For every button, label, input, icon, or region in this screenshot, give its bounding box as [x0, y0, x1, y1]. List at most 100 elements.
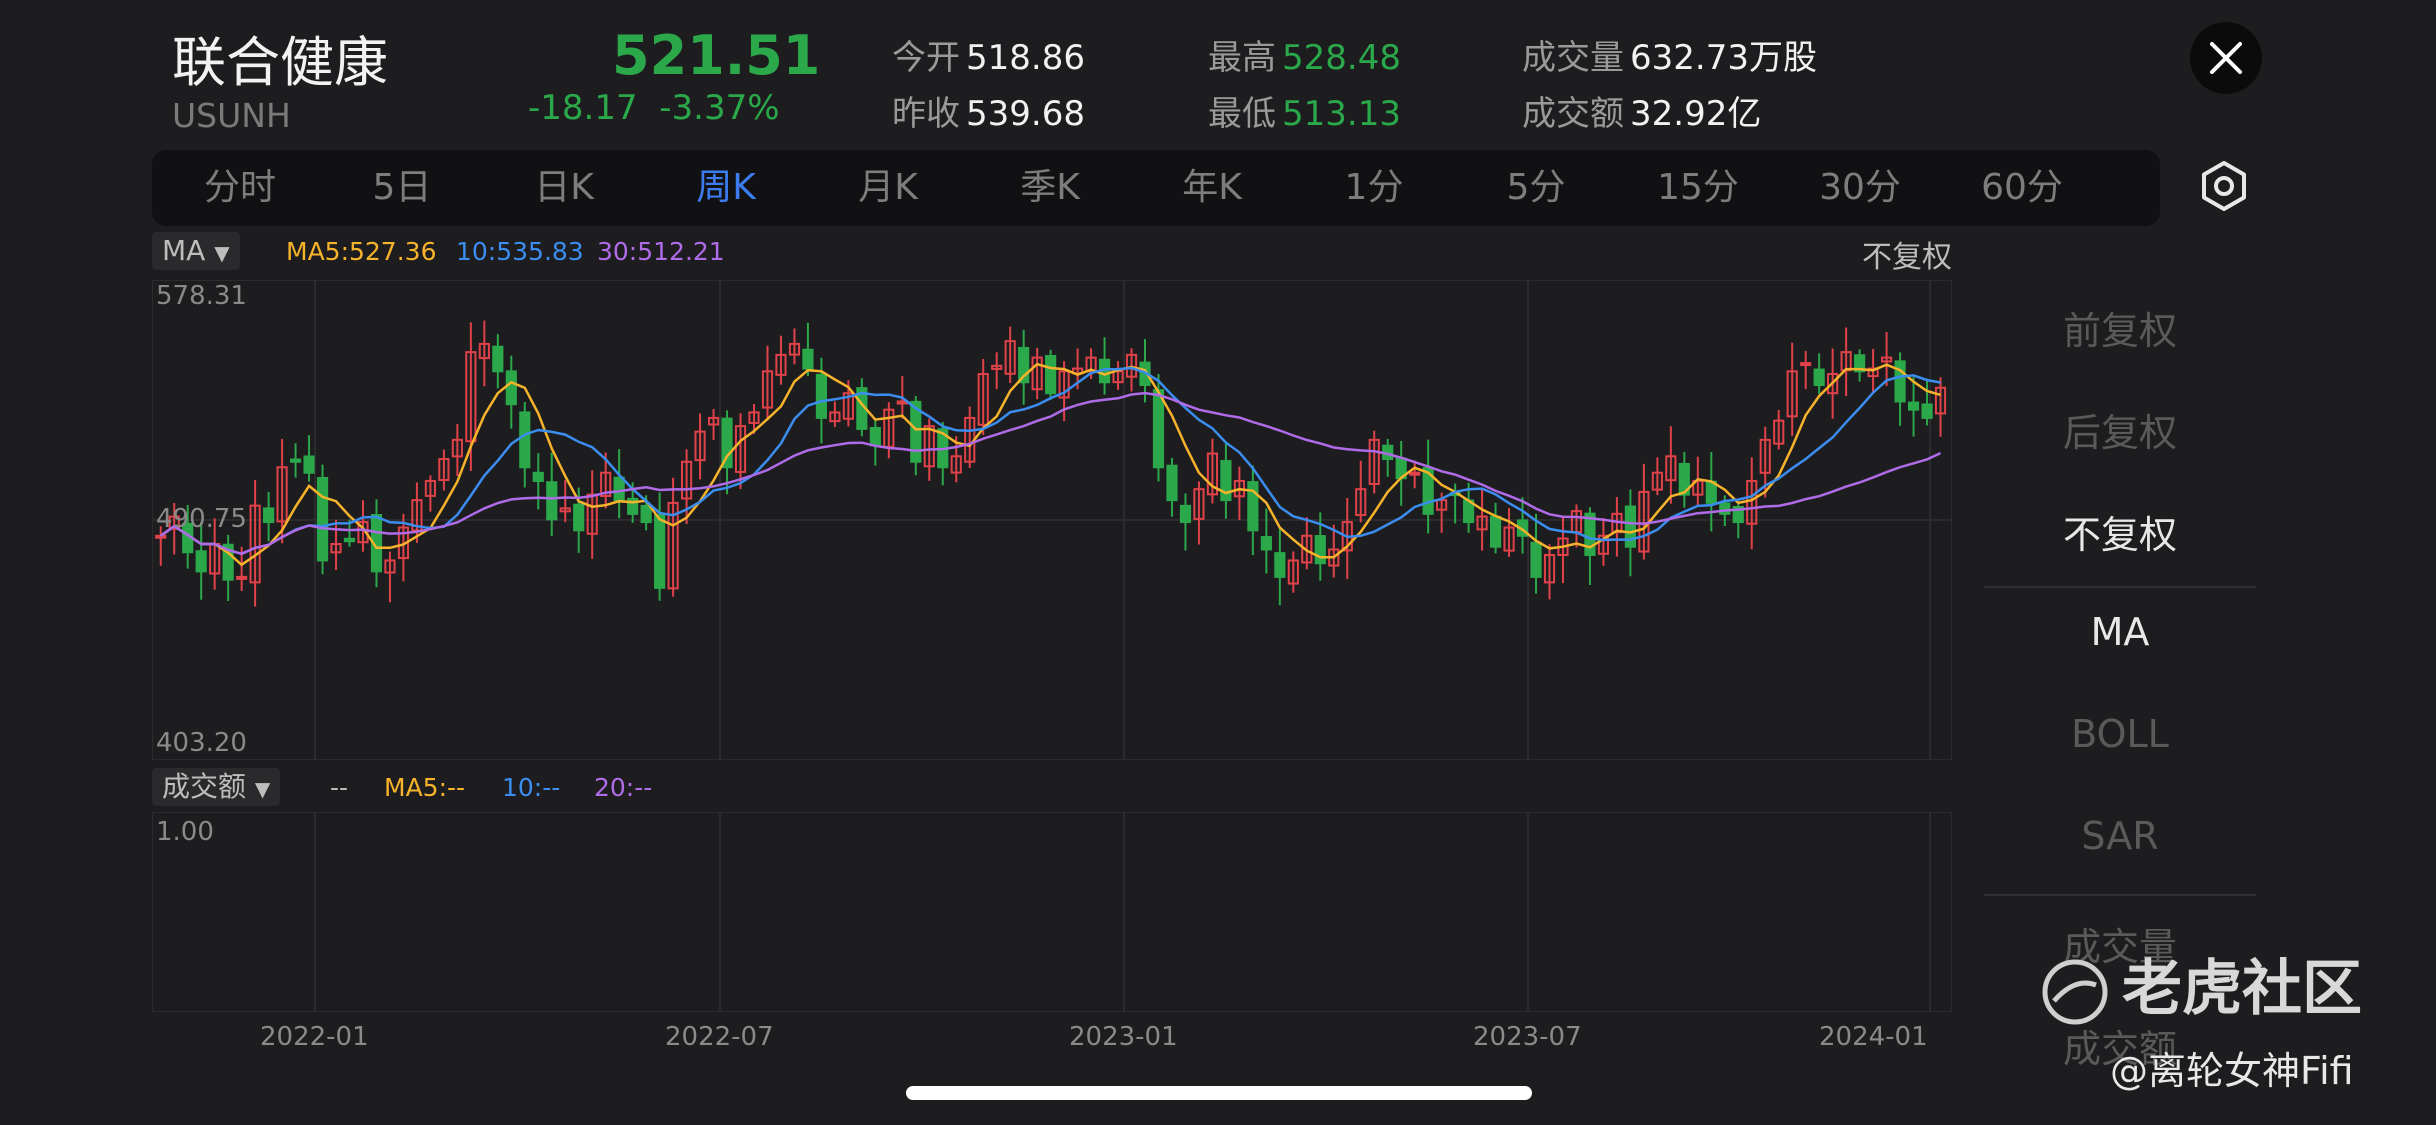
candles — [155, 320, 1947, 607]
candle-body — [155, 534, 167, 539]
candlestick-chart[interactable]: 578.31 490.75 403.20 — [152, 280, 1952, 760]
tab-7[interactable]: 1分 — [1345, 150, 1404, 226]
menu-item-0[interactable]: 前复权 — [1960, 300, 2280, 355]
stock-symbol: USUNH — [172, 96, 291, 135]
tab-1[interactable]: 5日 — [373, 150, 432, 226]
author-tag: @离轮女神Fifi — [2110, 1049, 2354, 1093]
candle-body — [1489, 515, 1502, 548]
main-indicator-bar: MA ▼ MA5:527.36 10:535.83 30:512.21 — [152, 232, 1952, 270]
candle-body — [1800, 362, 1812, 367]
candle-body — [532, 471, 544, 482]
volume-axis-label: 1.00 — [156, 817, 214, 847]
candle-body — [195, 550, 207, 573]
candle-body — [1314, 535, 1326, 565]
close-button[interactable] — [2190, 22, 2262, 94]
candle-body — [519, 411, 531, 469]
legend-vol-value: -- — [330, 773, 349, 802]
candle-body — [492, 345, 504, 373]
candle-body — [1907, 401, 1920, 411]
tiger-logo-icon — [2042, 959, 2108, 1025]
candle-body — [1409, 471, 1421, 476]
last-price: 521.51 — [612, 24, 821, 87]
legend-vol-ma10: 10:-- — [502, 773, 561, 802]
settings-hexagon-icon — [2202, 161, 2246, 211]
candle-body — [236, 575, 248, 580]
tab-6[interactable]: 年K — [1182, 150, 1242, 226]
tab-3[interactable]: 周K — [696, 150, 756, 226]
candle-body — [289, 458, 302, 463]
x-axis-label: 2022-01 — [260, 1022, 369, 1052]
candle-body — [316, 477, 329, 562]
price-change: -18.17 -3.37% — [528, 88, 780, 128]
candle-body — [1260, 536, 1272, 551]
adjust-mode-label[interactable]: 不复权 — [1862, 232, 1952, 276]
tab-9[interactable]: 15分 — [1657, 150, 1739, 226]
x-axis-label: 2023-07 — [1473, 1022, 1582, 1052]
candle-body — [1719, 502, 1731, 515]
candle-body — [869, 426, 881, 447]
watermark-text: 老虎社区 — [2122, 954, 2362, 1024]
candle-body — [815, 373, 828, 419]
stat-open: 今开 518.86 — [892, 38, 1085, 78]
candle-body — [613, 476, 625, 502]
volume-indicator-bar: 成交额 ▼ -- MA5:-- 10:-- 20:-- — [152, 768, 1952, 808]
candle-body — [1530, 541, 1542, 578]
volume-indicator-select[interactable]: 成交额 ▼ — [152, 768, 281, 806]
stat-amount: 成交额 32.92亿 — [1522, 94, 1762, 134]
candle-body — [546, 481, 558, 521]
candle-body — [303, 455, 315, 474]
tab-4[interactable]: 月K — [858, 150, 918, 226]
candle-body — [263, 507, 275, 524]
candle-body — [1894, 360, 1906, 403]
chevron-down-icon: ▼ — [254, 777, 271, 801]
y-axis-label-top: 578.31 — [156, 281, 247, 311]
candle-body — [1166, 464, 1178, 502]
menu-item-1[interactable]: 后复权 — [1960, 402, 2280, 457]
stat-high: 最高 528.48 — [1208, 38, 1401, 78]
candle-body — [1045, 354, 1057, 395]
tab-11[interactable]: 60分 — [1981, 150, 2063, 226]
candle-body — [1584, 512, 1596, 556]
x-axis-label: 2023-01 — [1069, 1022, 1178, 1052]
close-icon — [2210, 42, 2242, 74]
candle-body — [802, 348, 814, 370]
stat-volume: 成交量 632.73万股 — [1522, 38, 1817, 78]
candle-body — [1813, 368, 1825, 387]
tab-0[interactable]: 分时 — [204, 150, 276, 226]
volume-indicator-label: 成交额 — [162, 770, 247, 803]
chevron-down-icon: ▼ — [214, 241, 230, 265]
volume-grid — [152, 812, 1952, 1012]
main-indicator-label: MA — [162, 234, 206, 267]
menu-separator — [1984, 586, 2256, 588]
stat-low: 最低 513.13 — [1208, 94, 1401, 134]
tab-2[interactable]: 日K — [534, 150, 594, 226]
legend-vol-ma20: 20:-- — [594, 773, 653, 802]
y-axis-label-mid: 490.75 — [156, 504, 247, 534]
candle-body — [1179, 504, 1192, 524]
x-axis-label: 2022-07 — [665, 1022, 774, 1052]
stock-name: 联合健康 — [172, 31, 388, 94]
menu-item-5[interactable]: SAR — [1960, 814, 2280, 858]
change-value: -18.17 — [528, 88, 638, 128]
candle-body — [1152, 389, 1165, 469]
candle-body — [1921, 403, 1933, 419]
ma30-line — [159, 391, 1942, 556]
chart-settings-button[interactable] — [2196, 158, 2252, 214]
candle-body — [640, 504, 652, 524]
menu-item-4[interactable]: BOLL — [1960, 712, 2280, 756]
tab-10[interactable]: 30分 — [1819, 150, 1901, 226]
volume-frame — [152, 812, 1952, 1012]
volume-chart[interactable]: 1.00 — [152, 812, 1952, 1012]
candle-body — [1274, 552, 1286, 578]
tab-8[interactable]: 5分 — [1507, 150, 1566, 226]
stat-prev-close: 昨收 539.68 — [892, 94, 1085, 134]
home-indicator[interactable] — [906, 1086, 1532, 1100]
tab-5[interactable]: 季K — [1020, 150, 1080, 226]
candle-body — [343, 537, 356, 543]
main-indicator-select[interactable]: MA ▼ — [152, 232, 240, 270]
x-axis-label: 2024-01 — [1819, 1022, 1928, 1052]
candle-body — [505, 370, 517, 406]
y-axis-label-bottom: 403.20 — [156, 728, 247, 758]
menu-item-2[interactable]: 不复权 — [1960, 504, 2280, 559]
menu-item-3[interactable]: MA — [1960, 610, 2280, 654]
